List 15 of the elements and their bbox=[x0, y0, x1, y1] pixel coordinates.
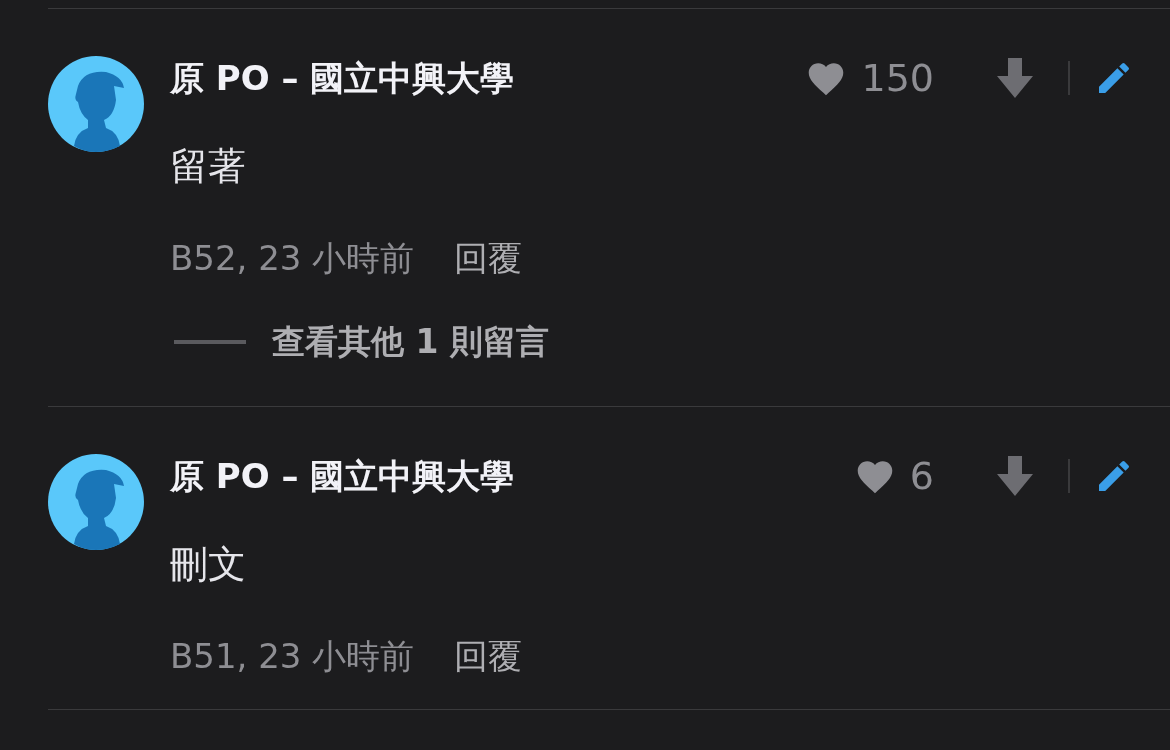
author-name: 原 PO – 國立中興大學 bbox=[170, 455, 515, 498]
down-arrow-icon[interactable] bbox=[996, 56, 1034, 100]
floor-and-time: B51, 23 小時前 bbox=[170, 635, 415, 678]
comment-text: 留著 bbox=[170, 144, 247, 188]
avatar-icon bbox=[48, 56, 144, 152]
like-count: 150 bbox=[861, 56, 934, 100]
author-name: 原 PO – 國立中興大學 bbox=[170, 57, 515, 100]
more-replies-link[interactable]: 查看其他 1 則留言 bbox=[272, 319, 549, 365]
down-arrow-icon[interactable] bbox=[996, 454, 1034, 498]
reply-link[interactable]: 回覆 bbox=[454, 634, 523, 680]
like-count: 6 bbox=[909, 454, 934, 498]
floor-and-time: B52, 23 小時前 bbox=[170, 237, 415, 280]
comment-text: 刪文 bbox=[170, 542, 247, 586]
reply-link[interactable]: 回覆 bbox=[454, 236, 523, 282]
avatar-icon bbox=[48, 454, 144, 550]
